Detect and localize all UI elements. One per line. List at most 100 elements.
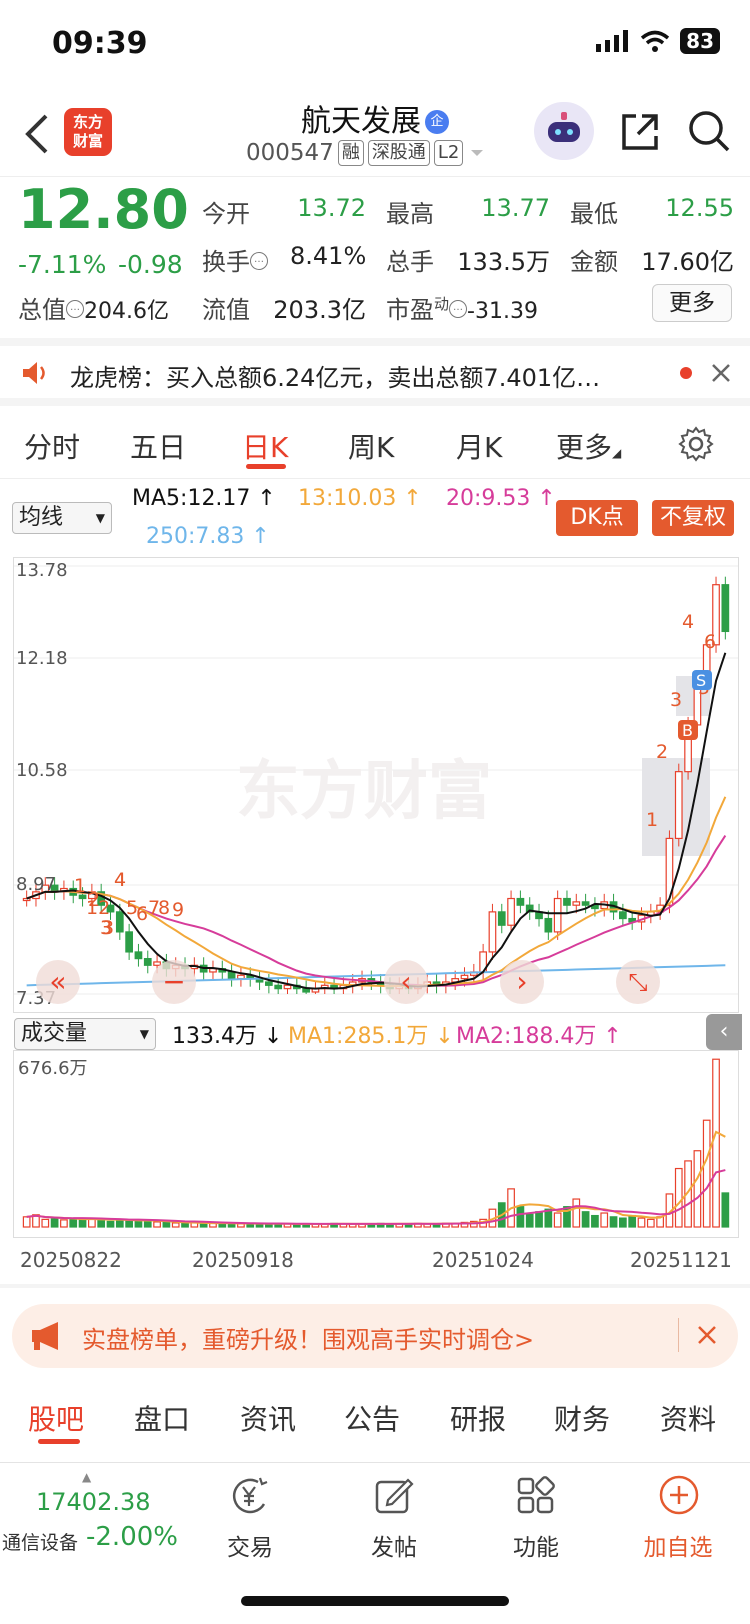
post-label[interactable]: 发帖 bbox=[334, 1528, 454, 1562]
amount-label: 金额 bbox=[570, 248, 618, 276]
dragon-tiger-notice[interactable]: 龙虎榜：买入总额6.24亿元，卖出总额7.401亿… bbox=[70, 358, 600, 393]
volume-bar bbox=[628, 1214, 637, 1228]
volume-bar bbox=[162, 1221, 171, 1228]
settings-gear-icon[interactable] bbox=[678, 426, 714, 462]
volume-ma2: MA2:188.4万 ↑ bbox=[456, 1024, 622, 1049]
y-tick-1: 13.78 bbox=[16, 560, 68, 581]
volume-value: 133.5万 bbox=[457, 248, 550, 276]
tab-pankou[interactable]: 盘口 bbox=[134, 1398, 190, 1438]
unread-dot bbox=[680, 367, 692, 379]
candle-body bbox=[497, 911, 506, 926]
add-watchlist-icon[interactable] bbox=[658, 1474, 700, 1516]
low-label: 最低 bbox=[570, 200, 618, 228]
ma20-value: 20:9.53 ↑ bbox=[446, 486, 556, 511]
turnover-value: 8.41% bbox=[290, 242, 367, 270]
stock-name: 航天发展 bbox=[301, 104, 421, 139]
signal-label: 3 bbox=[670, 689, 682, 711]
candle-body bbox=[721, 584, 730, 633]
tag-margin: 融 bbox=[337, 140, 364, 166]
volume-bar bbox=[134, 1219, 143, 1228]
volume-bar bbox=[674, 1167, 683, 1228]
functions-grid-icon[interactable] bbox=[516, 1476, 556, 1516]
turnover-label: 换手… bbox=[202, 242, 268, 277]
status-icons: 83 bbox=[596, 28, 720, 54]
pe-value: -31.39 bbox=[467, 299, 538, 324]
ma5-value: MA5:12.17 ↑ bbox=[132, 486, 276, 511]
ma13-value: 13:10.03 ↑ bbox=[298, 486, 422, 511]
open-label: 今开 bbox=[202, 200, 250, 228]
info-icon[interactable]: … bbox=[250, 252, 268, 270]
x-tick-2: 20250918 bbox=[192, 1248, 294, 1272]
trade-label[interactable]: 交易 bbox=[190, 1528, 310, 1562]
volume-bar bbox=[69, 1218, 78, 1228]
stock-subtitle[interactable]: 000547 融 深股通 L2 bbox=[246, 140, 487, 166]
collapse-panel-icon[interactable]: ‹ bbox=[706, 1014, 742, 1050]
candle-body bbox=[507, 897, 515, 926]
indicator-dropdown[interactable]: 均线 ▼ bbox=[12, 502, 112, 534]
functions-label[interactable]: 功能 bbox=[476, 1528, 596, 1562]
tab-weekly-k[interactable]: 周K bbox=[348, 426, 394, 466]
share-icon[interactable] bbox=[618, 110, 662, 154]
signal-label: 6 bbox=[136, 903, 148, 925]
volume-bar bbox=[50, 1218, 59, 1228]
candle-body bbox=[283, 984, 292, 990]
signal-label: 4 bbox=[114, 869, 126, 891]
divider bbox=[0, 398, 750, 406]
post-edit-icon[interactable] bbox=[374, 1476, 414, 1516]
close-icon[interactable] bbox=[710, 362, 732, 384]
candle-body bbox=[143, 958, 152, 966]
index-name: 通信设备 bbox=[2, 1532, 79, 1554]
info-icon[interactable]: … bbox=[66, 300, 84, 318]
tab-finance[interactable]: 财务 bbox=[554, 1398, 610, 1438]
status-time: 09:39 bbox=[52, 26, 148, 61]
tab-monthly-k[interactable]: 月K bbox=[456, 426, 502, 466]
signal-label: 6 bbox=[704, 631, 716, 653]
candle-body bbox=[125, 931, 133, 953]
ma250-value: 250:7.83 ↑ bbox=[146, 524, 270, 549]
assistant-robot-icon[interactable] bbox=[534, 102, 594, 160]
dk-point-button[interactable]: DK点 bbox=[556, 500, 638, 536]
candle-body bbox=[274, 984, 283, 990]
no-adjust-button[interactable]: 不复权 bbox=[652, 500, 734, 536]
volume-bar bbox=[553, 1212, 562, 1228]
volume-bar bbox=[525, 1213, 534, 1228]
pe-superscript: 动 bbox=[434, 295, 450, 313]
enterprise-badge: 企 bbox=[425, 110, 449, 134]
volume-dropdown[interactable]: 成交量 ▼ bbox=[14, 1018, 156, 1050]
volume-bar bbox=[106, 1220, 115, 1228]
tab-announcements[interactable]: 公告 bbox=[344, 1398, 400, 1438]
scroll-right-icon[interactable]: › bbox=[500, 960, 544, 1004]
index-change: -2.00% bbox=[86, 1522, 178, 1552]
tab-intraday[interactable]: 分时 bbox=[24, 426, 80, 466]
tab-five-day[interactable]: 五日 bbox=[130, 426, 186, 466]
tab-profile[interactable]: 资料 bbox=[660, 1398, 716, 1438]
volume-bar bbox=[693, 1150, 702, 1228]
trade-yen-icon[interactable] bbox=[228, 1476, 272, 1516]
buy-marker: B bbox=[682, 721, 693, 740]
high-value: 13.77 bbox=[481, 194, 550, 222]
tab-research[interactable]: 研报 bbox=[450, 1398, 506, 1438]
volume-bar bbox=[721, 1192, 730, 1228]
volume-label: 总手 bbox=[386, 248, 434, 276]
tab-more[interactable]: 更多◢ bbox=[556, 426, 621, 466]
fullscreen-icon[interactable]: ⤡ bbox=[616, 960, 660, 1004]
scroll-left-icon[interactable]: ‹ bbox=[384, 960, 428, 1004]
volume-bar bbox=[702, 1119, 711, 1228]
mktcap-value: 204.6亿 bbox=[84, 299, 169, 324]
amount-value: 17.60亿 bbox=[641, 248, 734, 276]
search-icon[interactable] bbox=[686, 108, 732, 154]
add-watchlist-label[interactable]: 加自选 bbox=[618, 1528, 738, 1562]
tab-daily-k[interactable]: 日K bbox=[242, 426, 288, 466]
wifi-icon bbox=[641, 30, 670, 52]
more-quote-button[interactable]: 更多 bbox=[652, 284, 732, 322]
volume-bar bbox=[572, 1198, 581, 1228]
zoom-out-icon[interactable]: − bbox=[152, 960, 196, 1004]
index-value[interactable]: 17402.38 bbox=[36, 1488, 151, 1516]
info-icon[interactable]: … bbox=[449, 300, 468, 318]
close-icon[interactable] bbox=[696, 1324, 718, 1346]
tab-guba[interactable]: 股吧 bbox=[28, 1398, 84, 1438]
candle-body bbox=[134, 951, 143, 960]
scroll-left-fast-icon[interactable]: « bbox=[36, 960, 80, 1004]
tab-news[interactable]: 资讯 bbox=[240, 1398, 296, 1438]
promo-text[interactable]: 实盘榜单，重磅升级！围观高手实时调仓> bbox=[82, 1320, 534, 1355]
